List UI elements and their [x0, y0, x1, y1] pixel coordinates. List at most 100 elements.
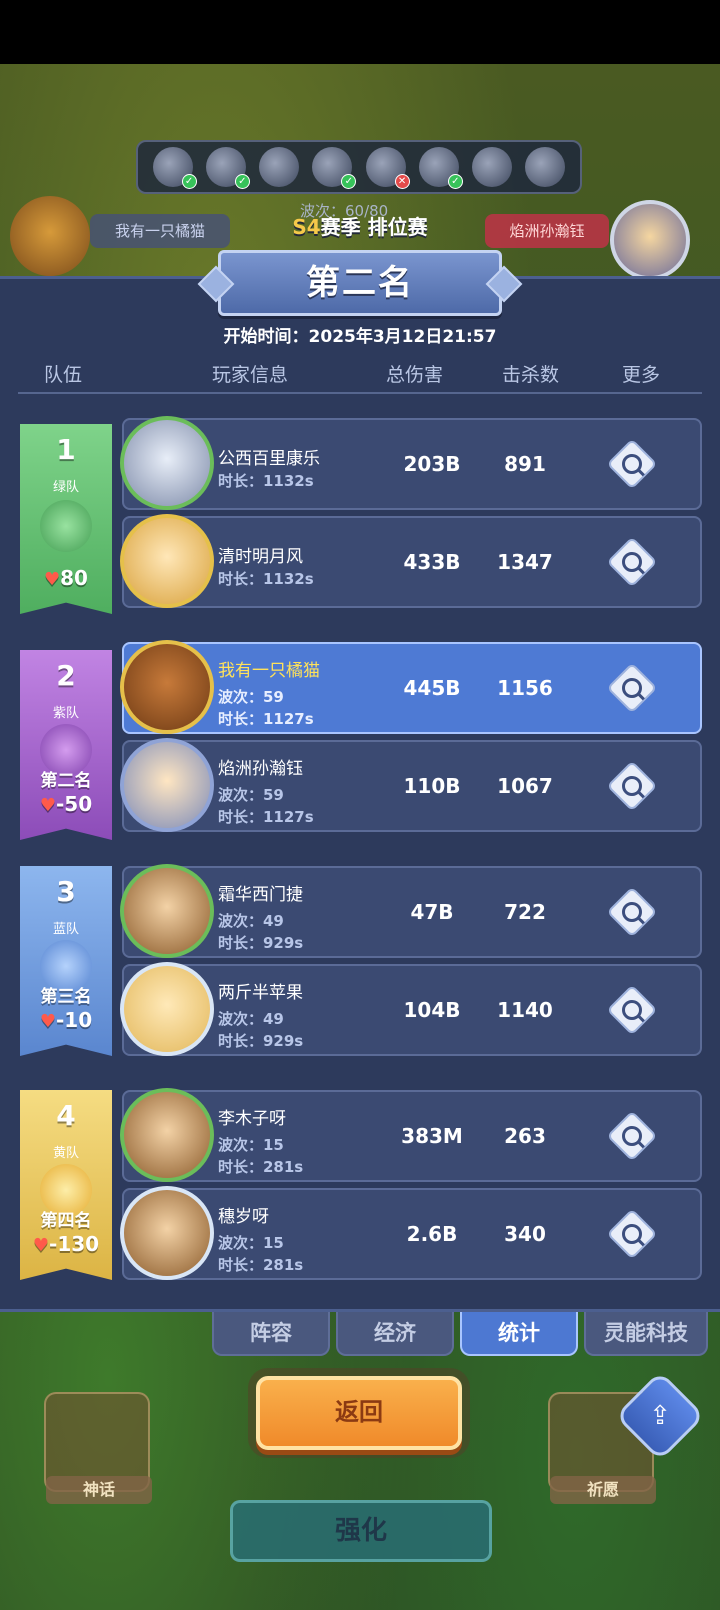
- team-hp: ♥-10: [39, 1008, 93, 1032]
- player-avatar: [120, 514, 214, 608]
- player-damage: 110B: [403, 774, 461, 798]
- unit-icon-strip: ✓ ✓ ✓ ✕ ✓: [136, 140, 582, 194]
- heart-icon: ♥: [32, 1235, 50, 1256]
- search-icon[interactable]: [606, 1208, 658, 1260]
- search-icon[interactable]: [606, 984, 658, 1036]
- swirl-icon: ✓: [418, 147, 463, 189]
- search-icon[interactable]: [606, 438, 658, 490]
- player-kills: 340: [504, 1222, 546, 1246]
- player-duration: 时长：929s: [218, 1032, 304, 1050]
- player-row[interactable]: 李木子呀 波次：15 时长：281s 383M 263: [120, 1088, 702, 1182]
- skull-icon: ✓: [312, 147, 357, 189]
- player-name: 清时明月风: [218, 547, 303, 567]
- snowflake-icon: [259, 147, 300, 187]
- team-number: 3: [56, 875, 76, 908]
- team-badge-blue: 3 蓝队 第三名 ♥-10: [20, 866, 112, 1056]
- enhance-button[interactable]: 强化: [230, 1500, 492, 1562]
- search-icon[interactable]: [606, 662, 658, 714]
- player-avatar: [120, 864, 214, 958]
- bone-icon: ✕: [365, 147, 410, 189]
- player-avatar: [120, 738, 214, 832]
- clover-icon: [40, 500, 92, 552]
- season-title: S4赛季 排位赛: [250, 210, 470, 244]
- player-kills: 1347: [497, 550, 553, 574]
- search-icon[interactable]: [606, 760, 658, 812]
- search-icon[interactable]: [606, 886, 658, 938]
- rank-banner: 第二名: [218, 250, 502, 316]
- tab-lineup[interactable]: 阵容: [212, 1312, 330, 1356]
- tab-psionic-tech[interactable]: 灵能科技: [584, 1312, 708, 1356]
- player-kills: 1140: [497, 998, 553, 1022]
- col-damage: 总伤害: [386, 364, 444, 386]
- wish-label: 祈愿: [550, 1476, 656, 1504]
- heart-icon: ♥: [44, 569, 61, 590]
- player-row[interactable]: 霜华西门捷 波次：49 时长：929s 47B 722: [120, 864, 702, 958]
- player-name: 两斤半苹果: [218, 983, 303, 1003]
- bg-right-player-name: 焰洲孙瀚钰: [485, 214, 609, 248]
- bg-avatar-left: [10, 196, 90, 276]
- col-kills: 击杀数: [502, 364, 560, 386]
- player-duration: 时长：1127s: [218, 710, 314, 728]
- myth-card[interactable]: 神话: [44, 1392, 152, 1504]
- player-damage: 104B: [403, 998, 461, 1022]
- player-kills: 1156: [497, 676, 553, 700]
- player-kills: 1067: [497, 774, 553, 798]
- bg-left-player-name: 我有一只橘猫: [90, 214, 230, 248]
- player-wave: 波次：49: [218, 912, 284, 930]
- back-button[interactable]: 返回: [256, 1376, 462, 1450]
- team-badge-purple: 2 紫队 第二名 ♥-50: [20, 650, 112, 840]
- player-name: 李木子呀: [218, 1109, 286, 1129]
- heart-icon: ♥: [39, 795, 56, 816]
- team-rank: 第三名: [40, 987, 92, 1007]
- team-number: 1: [56, 433, 76, 466]
- team-badge-green: 1 绿队 ♥80: [20, 424, 112, 614]
- player-row[interactable]: 穗岁呀 波次：15 时长：281s 2.6B 340: [120, 1186, 702, 1280]
- bg-avatar-right: [610, 200, 690, 280]
- player-row[interactable]: 两斤半苹果 波次：49 时长：929s 104B 1140: [120, 962, 702, 1056]
- team-name: 紫队: [52, 706, 79, 721]
- player-duration: 时长：1127s: [218, 808, 314, 826]
- spider-icon: ✓: [205, 147, 250, 189]
- player-avatar: [120, 416, 214, 510]
- team-name: 蓝队: [52, 922, 79, 937]
- tab-stats[interactable]: 统计: [460, 1312, 578, 1356]
- player-wave: 波次：15: [218, 1136, 284, 1154]
- player-duration: 时长：929s: [218, 934, 304, 952]
- leaf-icon: ✓: [152, 147, 197, 189]
- player-damage: 383M: [401, 1124, 463, 1148]
- player-wave: 波次：59: [218, 688, 284, 706]
- player-avatar: [120, 640, 214, 734]
- player-wave: 波次：49: [218, 1010, 284, 1028]
- player-name: 霜华西门捷: [218, 885, 303, 905]
- team-hp: ♥-50: [39, 792, 93, 816]
- ghost-icon: [525, 147, 566, 187]
- tab-economy[interactable]: 经济: [336, 1312, 454, 1356]
- header-divider: [18, 392, 702, 394]
- col-more: 更多: [622, 364, 661, 386]
- start-time: 开始时间：2025年3月12日21:57: [223, 327, 497, 347]
- share-icon: ⇪: [649, 1401, 671, 1431]
- player-name: 穗岁呀: [218, 1207, 269, 1227]
- col-player: 玩家信息: [212, 364, 289, 386]
- team-number: 4: [56, 1099, 76, 1132]
- player-row-self[interactable]: 我有一只橘猫 波次：59 时长：1127s 445B 1156: [120, 640, 702, 734]
- player-name: 公西百里康乐: [218, 449, 320, 469]
- player-name: 我有一只橘猫: [218, 661, 320, 681]
- search-icon[interactable]: [606, 536, 658, 588]
- search-icon[interactable]: [606, 1110, 658, 1162]
- player-row[interactable]: 公西百里康乐 时长：1132s 203B 891: [120, 416, 702, 510]
- player-kills: 722: [504, 900, 546, 924]
- player-kills: 263: [504, 1124, 546, 1148]
- team-number: 2: [56, 659, 76, 692]
- player-damage: 2.6B: [406, 1222, 458, 1246]
- myth-label: 神话: [46, 1476, 152, 1504]
- team-rank: 第二名: [40, 771, 92, 791]
- season-tag: S4: [292, 215, 321, 239]
- team-name: 黄队: [52, 1146, 79, 1161]
- player-damage: 47B: [410, 900, 454, 924]
- player-row[interactable]: 焰洲孙瀚钰 波次：59 时长：1127s 110B 1067: [120, 738, 702, 832]
- heart-icon: ♥: [39, 1011, 56, 1032]
- player-row[interactable]: 清时明月风 时长：1132s 433B 1347: [120, 514, 702, 608]
- season-mode: 赛季 排位赛: [320, 215, 428, 239]
- player-damage: 203B: [403, 452, 461, 476]
